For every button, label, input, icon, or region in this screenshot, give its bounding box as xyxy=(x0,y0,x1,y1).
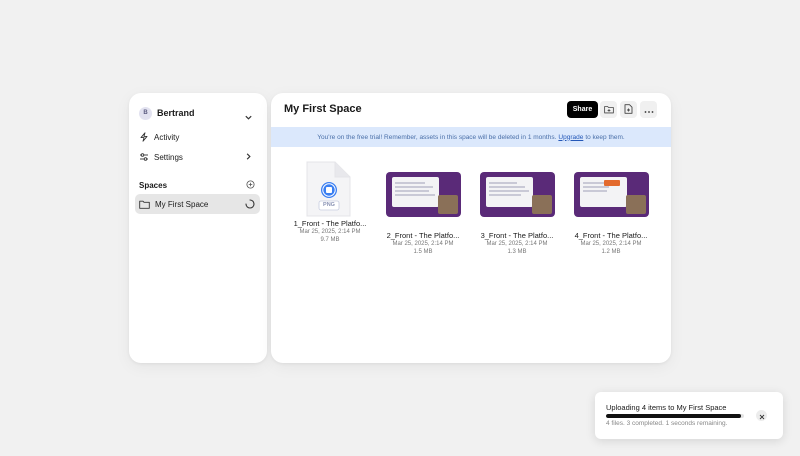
nav-settings[interactable]: Settings xyxy=(139,149,259,165)
space-item-label: My First Space xyxy=(155,199,209,209)
main-panel: My First Space Share You're on the free … xyxy=(271,93,671,363)
more-icon xyxy=(644,101,654,119)
nav-activity[interactable]: Activity xyxy=(139,129,259,145)
upgrade-link[interactable]: Upgrade xyxy=(558,134,583,141)
file-name: 3_Front - The Platfo... xyxy=(480,231,554,240)
file-thumbnail xyxy=(574,172,649,217)
file-name: 1_Front - The Platfo... xyxy=(293,219,367,228)
upload-progress-bar xyxy=(606,414,744,418)
more-options-button[interactable] xyxy=(640,101,657,118)
file-name: 2_Front - The Platfo... xyxy=(386,231,460,240)
file-plus-icon xyxy=(624,101,633,119)
new-file-button[interactable] xyxy=(620,101,637,118)
close-button[interactable] xyxy=(756,410,767,421)
user-name: Bertrand xyxy=(157,108,195,118)
png-file-icon: PNG xyxy=(293,160,368,217)
file-size: 1.3 MB xyxy=(507,249,527,255)
share-button[interactable]: Share xyxy=(567,101,598,118)
banner-text: You're on the free trial! Remember, asse… xyxy=(317,133,557,141)
toast-title: Uploading 4 items to My First Space xyxy=(606,403,727,412)
chevron-down-icon xyxy=(244,109,253,127)
spinner-icon xyxy=(245,199,255,211)
file-card[interactable]: 3_Front - The Platfo... Mar 25, 2025, 2:… xyxy=(480,172,558,256)
sidebar: B Bertrand Activity Settings Spaces My F… xyxy=(129,93,267,363)
file-name: 4_Front - The Platfo... xyxy=(574,231,648,240)
file-date: Mar 25, 2025, 2:14 PM xyxy=(392,241,454,247)
avatar: B xyxy=(139,106,152,120)
folder-icon xyxy=(139,199,150,209)
file-card[interactable]: 2_Front - The Platfo... Mar 25, 2025, 2:… xyxy=(386,172,464,256)
close-icon xyxy=(759,407,765,425)
sliders-icon xyxy=(139,152,149,162)
file-size: 1.2 MB xyxy=(601,249,621,255)
spaces-heading-label: Spaces xyxy=(139,180,168,190)
file-type-label: PNG xyxy=(323,202,335,208)
spaces-heading: Spaces xyxy=(139,179,259,191)
file-card[interactable]: 4_Front - The Platfo... Mar 25, 2025, 2:… xyxy=(574,172,652,256)
user-menu[interactable]: B Bertrand xyxy=(139,103,259,123)
page-title: My First Space xyxy=(284,103,362,115)
toast-subtitle: 4 files. 3 completed. 1 seconds remainin… xyxy=(606,420,728,427)
upload-progress-fill xyxy=(606,414,742,418)
nav-activity-label: Activity xyxy=(154,132,180,142)
file-size: 9.7 MB xyxy=(320,237,340,243)
lightning-icon xyxy=(139,132,149,142)
file-thumbnail xyxy=(386,172,461,217)
space-item-my-first-space[interactable]: My First Space xyxy=(135,194,260,214)
folder-plus-icon xyxy=(603,101,614,119)
file-date: Mar 25, 2025, 2:14 PM xyxy=(299,229,361,235)
file-date: Mar 25, 2025, 2:14 PM xyxy=(486,241,548,247)
new-folder-button[interactable] xyxy=(600,101,617,118)
trial-banner: You're on the free trial! Remember, asse… xyxy=(271,127,671,147)
file-size: 1.5 MB xyxy=(413,249,433,255)
chevron-right-icon xyxy=(244,152,253,163)
file-card[interactable]: PNG 1_Front - The Platfo... Mar 25, 2025… xyxy=(293,161,371,244)
plus-circle-icon[interactable] xyxy=(246,180,255,191)
banner-text-after: to keep them. xyxy=(585,133,625,141)
file-date: Mar 25, 2025, 2:14 PM xyxy=(580,241,642,247)
file-thumbnail xyxy=(480,172,555,217)
upload-toast: Uploading 4 items to My First Space 4 fi… xyxy=(595,392,783,439)
nav-settings-label: Settings xyxy=(154,152,183,162)
